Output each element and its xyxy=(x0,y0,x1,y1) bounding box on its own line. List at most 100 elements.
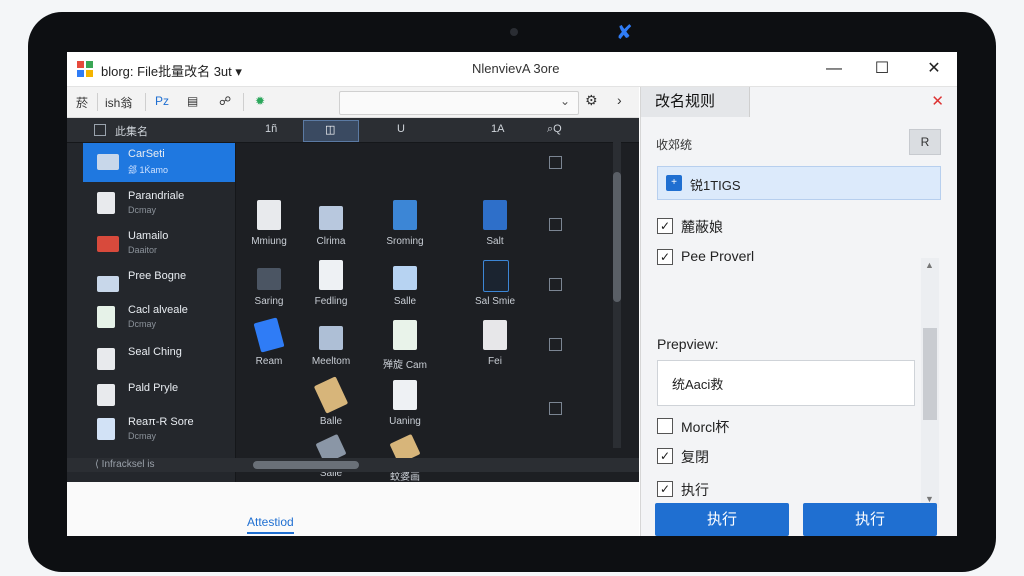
status-tab[interactable]: Attestiod xyxy=(247,515,294,534)
gear-burst-icon[interactable]: ✹ xyxy=(255,94,265,108)
list-item[interactable]: CarSeti 郐 1Ḱamo xyxy=(83,142,235,182)
column-header-name[interactable]: 此集名 xyxy=(115,123,148,139)
grid-item[interactable]: Saring xyxy=(239,260,299,318)
list-item[interactable]: Uamailo Daaitor xyxy=(83,224,233,264)
minimize-button[interactable]: — xyxy=(823,58,845,80)
list-footer[interactable]: ⟨ Infracksel is xyxy=(67,458,235,472)
grid-item[interactable]: Balle xyxy=(301,376,361,438)
package-icon xyxy=(313,376,349,414)
grid-item[interactable]: 殚旋 Cam xyxy=(375,320,435,378)
row-checkbox[interactable] xyxy=(549,156,562,169)
app-window: blorg: File批量改名 3ut ▾ NlenvievA 3ore — ☐… xyxy=(67,52,957,536)
scrollbar-thumb[interactable] xyxy=(923,328,937,420)
rules-panel: 改名规则 ✕ 收郊统 R + 锐1TIGS ✓ 麓蔽娘 ✓ Pee Proverl … xyxy=(640,87,957,536)
horizontal-scrollbar[interactable] xyxy=(235,458,639,472)
row-checkbox[interactable] xyxy=(549,218,562,231)
folder-icon xyxy=(319,206,343,230)
scrollbar-thumb[interactable] xyxy=(253,461,359,469)
checkbox[interactable]: ✓ xyxy=(657,481,673,497)
list-item[interactable]: Parandriale Dcmay xyxy=(83,184,233,224)
sheet-file-icon xyxy=(393,320,417,350)
rule-selector-text: 锐1TIGS xyxy=(690,178,741,193)
app-icon xyxy=(483,260,509,292)
grid-item[interactable]: Salt xyxy=(465,200,525,258)
close-icon[interactable]: ✕ xyxy=(931,92,944,110)
chevron-down-icon[interactable]: ⌄ xyxy=(560,94,570,108)
toolbar-item-1[interactable]: 菸 xyxy=(76,94,88,111)
grid-item[interactable]: Mmiung xyxy=(239,200,299,258)
file-icon xyxy=(97,192,115,214)
execute-button-1[interactable]: 执行 xyxy=(655,503,789,536)
list-item[interactable]: Cacl alveale Dcmay xyxy=(83,298,233,338)
grid-item-label: Uaning xyxy=(389,416,421,427)
select-all-checkbox[interactable] xyxy=(94,124,106,136)
grid-item-label: Ream xyxy=(255,356,283,367)
grid-item[interactable]: Fei xyxy=(465,320,525,378)
option-label: 麓蔽娘 xyxy=(681,219,723,235)
column-header-item[interactable]: 1ñ xyxy=(265,123,277,135)
column-header-item[interactable]: U xyxy=(397,123,405,135)
toolbar-divider xyxy=(97,93,98,111)
row-checkbox[interactable] xyxy=(549,402,562,415)
document-icon xyxy=(97,384,115,406)
tab-rename-rules[interactable]: 改名规则 xyxy=(641,87,750,117)
list-item-title: Uamailo xyxy=(128,230,169,242)
grid-item[interactable]: Sroming xyxy=(375,200,435,258)
scroll-up-icon[interactable]: ▲ xyxy=(925,260,934,270)
folder-icon xyxy=(97,276,119,292)
row-checkbox[interactable] xyxy=(549,278,562,291)
list-item-title: Seal Ching xyxy=(128,346,182,358)
title-dropdown-icon[interactable]: ▾ xyxy=(235,64,242,79)
grid-item[interactable]: Clrima xyxy=(301,200,361,258)
close-button[interactable]: ✕ xyxy=(923,58,945,80)
maximize-button[interactable]: ☐ xyxy=(871,58,893,80)
checkbox[interactable]: ✓ xyxy=(657,448,673,464)
settings-gear-icon[interactable]: ⚙ xyxy=(585,92,598,109)
folder-icon xyxy=(97,154,119,170)
execute-button-2[interactable]: 执行 xyxy=(803,503,937,536)
grid-item[interactable]: Fedling xyxy=(301,260,361,318)
document-icon[interactable]: ▤ xyxy=(187,94,198,108)
copy-icon[interactable]: ☍ xyxy=(219,94,231,108)
status-area: Attestiod xyxy=(67,482,639,536)
side-button[interactable]: R xyxy=(909,129,941,155)
column-header-item[interactable]: ◫ xyxy=(325,123,335,136)
checkbox[interactable] xyxy=(657,418,673,434)
checkbox[interactable]: ✓ xyxy=(657,249,673,265)
grid-item[interactable]: Ream xyxy=(239,317,299,378)
grid-item-label: Balle xyxy=(319,416,343,427)
column-header-item[interactable]: 1A xyxy=(491,123,504,135)
folder-icon xyxy=(319,326,343,350)
grid-item[interactable]: Meeltom xyxy=(301,320,361,378)
grid-item-label: Meeltom xyxy=(311,356,351,367)
column-header-item[interactable]: ⌕Q xyxy=(547,123,562,136)
list-item[interactable]: Seal Ching xyxy=(83,340,233,380)
list-item-title: Pree Bogne xyxy=(128,270,187,282)
toolbar-divider xyxy=(145,93,146,111)
file-icon xyxy=(483,320,507,350)
list-item-title: CarSeti xyxy=(128,148,165,160)
window-title: blorg: File批量改名 3ut ▾ xyxy=(101,64,242,79)
title-bar: blorg: File批量改名 3ut ▾ NlenvievA 3ore — ☐… xyxy=(67,52,957,87)
grid-item[interactable]: Uaning xyxy=(375,380,435,438)
red-folder-icon xyxy=(97,236,119,252)
scrollbar-thumb[interactable] xyxy=(613,172,621,302)
list-item-title: Parandriale xyxy=(128,190,185,202)
checkbox[interactable]: ✓ xyxy=(657,218,673,234)
preview-field[interactable]: 统Aaci救 xyxy=(657,360,915,406)
rule-selector[interactable]: + 锐1TIGS xyxy=(657,166,941,200)
grid-item[interactable]: Salle xyxy=(375,260,435,318)
center-title: NlenvievA 3ore xyxy=(472,61,560,76)
grid-item-label: Clrima xyxy=(316,236,346,247)
address-bar[interactable]: ⌄ xyxy=(339,91,579,115)
vertical-scrollbar[interactable] xyxy=(613,142,621,448)
plus-icon: + xyxy=(666,175,682,191)
toolbar-item-2[interactable]: ish翁 xyxy=(105,94,132,111)
row-checkbox[interactable] xyxy=(549,338,562,351)
toolbar-item-3[interactable]: Pz xyxy=(155,94,169,108)
sheet-file-icon xyxy=(97,306,115,328)
chevron-right-icon[interactable]: › xyxy=(617,92,622,108)
list-item[interactable]: Reaπ-R Sore Dcmay xyxy=(83,410,233,450)
grid-item[interactable]: Sal Smie xyxy=(465,260,525,318)
panel-scrollbar[interactable]: ▲ ▼ xyxy=(921,258,939,508)
